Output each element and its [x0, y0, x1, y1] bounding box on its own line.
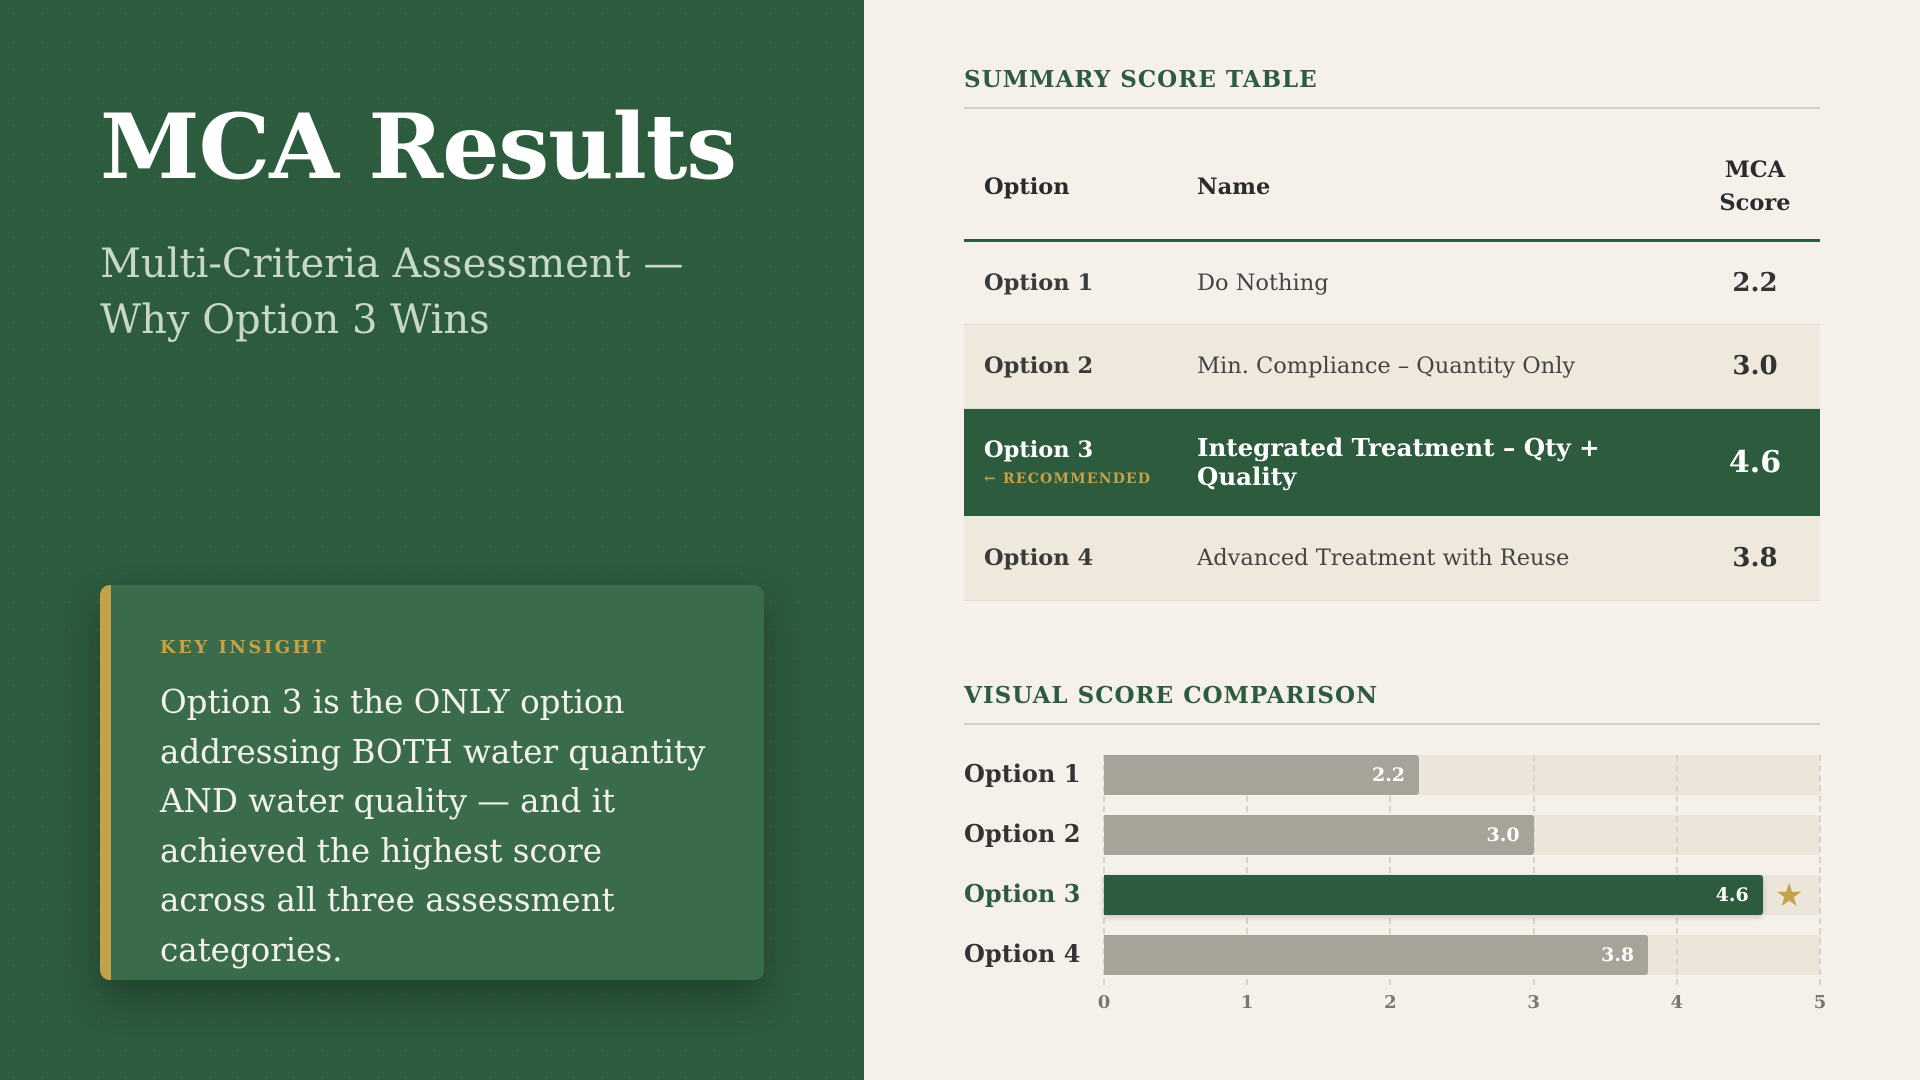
row-option-label: Option 3 — [984, 437, 1094, 464]
row-option: Option 3 ← RECOMMENDED — [964, 408, 1177, 516]
table-row: Option 4 Advanced Treatment with Reuse 3… — [964, 516, 1820, 601]
page-title: MCA Results — [100, 94, 737, 200]
left-panel: MCA Results Multi-Criteria Assessment — … — [0, 0, 864, 1080]
row-score: 3.0 — [1690, 324, 1820, 409]
x-tick-label: 0 — [1097, 992, 1111, 1013]
row-option: Option 1 — [964, 240, 1177, 325]
header-option: Option — [964, 136, 1177, 242]
x-tick-label: 1 — [1240, 992, 1254, 1013]
table-row: Option 2 Min. Compliance – Quantity Only… — [964, 324, 1820, 409]
row-name: Integrated Treatment – Qty + Quality — [1177, 408, 1690, 516]
key-insight-text: Option 3 is the ONLY option addressing B… — [160, 683, 706, 969]
bar: 3.8 — [1104, 935, 1649, 975]
score-bar-chart: Option 1 2.2 Option 2 3.0 Option 3 4.6 ★ Option… — [964, 755, 1864, 1025]
row-name: Min. Compliance – Quantity Only — [1177, 324, 1690, 409]
row-option: Option 2 — [964, 324, 1177, 409]
bar-category-label: Option 3 — [964, 879, 1081, 908]
bar-value-label: 4.6 — [1715, 884, 1749, 906]
x-tick-label: 5 — [1813, 992, 1827, 1013]
bar-value-label: 3.0 — [1486, 824, 1520, 846]
row-score: 3.8 — [1690, 516, 1820, 601]
header-score: MCA Score — [1690, 136, 1820, 242]
table-row: Option 1 Do Nothing 2.2 — [964, 240, 1820, 325]
recommended-tag: ← RECOMMENDED — [984, 471, 1152, 488]
summary-table-title: SUMMARY SCORE TABLE — [964, 66, 1820, 109]
gridline — [1675, 755, 1678, 985]
bar-category-label: Option 2 — [964, 819, 1081, 848]
header-name: Name — [1177, 136, 1690, 242]
row-score: 4.6 — [1690, 408, 1820, 516]
bar: 3.0 — [1104, 815, 1534, 855]
page-subtitle: Multi-Criteria Assessment — Why Option 3… — [100, 241, 684, 343]
bar-category-label: Option 1 — [964, 759, 1081, 788]
x-tick-label: 2 — [1384, 992, 1397, 1013]
bar: 2.2 — [1104, 755, 1420, 795]
chart-section-title: VISUAL SCORE COMPARISON — [964, 682, 1820, 725]
row-score: 2.2 — [1690, 240, 1820, 325]
table-row-recommended: Option 3 ← RECOMMENDED Integrated Treatm… — [964, 408, 1820, 516]
summary-score-table: Option Name MCA Score Option 1 Do Nothin… — [964, 136, 1820, 601]
row-name: Advanced Treatment with Reuse — [1177, 516, 1690, 601]
bar-category-label: Option 4 — [964, 939, 1081, 968]
bar-value-label: 2.2 — [1371, 764, 1406, 786]
x-tick-label: 4 — [1670, 992, 1684, 1013]
key-insight-label: KEY INSIGHT — [160, 637, 329, 658]
bar: 4.6 — [1104, 875, 1763, 915]
row-option: Option 4 — [964, 516, 1177, 601]
table-header-row: Option Name MCA Score — [964, 136, 1820, 242]
x-tick-label: 3 — [1527, 992, 1540, 1013]
gridline — [1819, 755, 1821, 985]
bar-value-label: 3.8 — [1601, 944, 1635, 966]
row-name: Do Nothing — [1177, 240, 1690, 325]
key-insight-card: KEY INSIGHT Option 3 is the ONLY option … — [100, 585, 764, 980]
star-icon: ★ — [1774, 876, 1804, 914]
